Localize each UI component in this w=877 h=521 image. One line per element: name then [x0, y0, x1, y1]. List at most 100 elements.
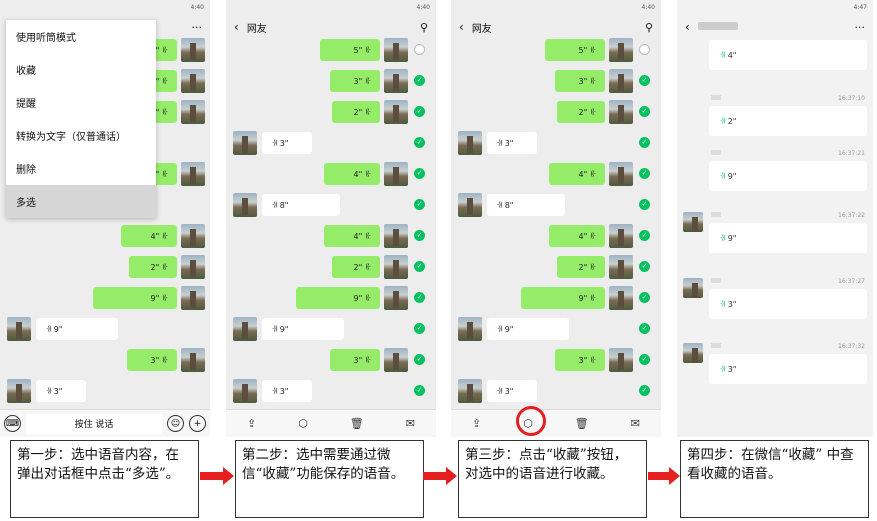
select-checkbox[interactable]: ✓ — [414, 106, 425, 117]
voice-duration: 5" — [578, 45, 588, 55]
mail-icon[interactable]: ✉ — [406, 417, 415, 430]
select-checkbox[interactable]: ✓ — [639, 354, 650, 365]
select-checkbox[interactable]: ✓ — [639, 292, 650, 303]
share-icon[interactable]: ⇪ — [472, 417, 481, 430]
select-checkbox[interactable]: ✓ — [414, 385, 425, 396]
voice-card[interactable]: ·)) 2" — [709, 106, 867, 136]
favorite-item[interactable]: 16:37:22 ·)) 9" — [683, 212, 867, 268]
select-checkbox[interactable] — [414, 44, 425, 55]
menu-item[interactable]: 多选 — [6, 185, 156, 218]
press-to-talk-button[interactable]: 按住 说话 — [26, 413, 162, 434]
back-icon[interactable]: ‹ — [234, 20, 239, 34]
voice-card[interactable]: ·)) 9" — [709, 161, 867, 191]
keyboard-icon[interactable]: ⌨ — [4, 415, 21, 432]
select-checkbox[interactable]: ✓ — [639, 137, 650, 148]
select-checkbox[interactable]: ✓ — [639, 168, 650, 179]
favorite-item[interactable]: ·)) 4" — [683, 40, 867, 96]
select-checkbox[interactable]: ✓ — [639, 106, 650, 117]
mail-icon[interactable]: ✉ — [631, 417, 640, 430]
select-checkbox[interactable]: ✓ — [414, 354, 425, 365]
delete-icon[interactable]: 🗑 — [350, 417, 364, 430]
message-row: 3" ((· ✓ — [226, 347, 436, 373]
voice-message-bubble[interactable]: 9" ((· — [93, 287, 177, 309]
favorite-item[interactable]: 16:37:10 ·)) 2" — [683, 95, 867, 151]
select-checkbox[interactable]: ✓ — [414, 199, 425, 210]
select-checkbox[interactable]: ✓ — [414, 168, 425, 179]
select-checkbox[interactable]: ✓ — [414, 137, 425, 148]
select-checkbox[interactable]: ✓ — [639, 75, 650, 86]
select-checkbox[interactable]: ✓ — [414, 261, 425, 272]
back-icon[interactable]: ‹ — [459, 20, 464, 34]
voice-message-bubble[interactable]: 9" ((· — [521, 287, 605, 309]
menu-item[interactable]: 使用听筒模式 — [6, 20, 156, 53]
voice-message-bubble[interactable]: 3"((· — [330, 70, 380, 92]
share-icon[interactable]: ⇪ — [247, 417, 256, 430]
voice-message-bubble[interactable]: 5"((· — [545, 39, 605, 61]
menu-item[interactable]: 收藏 — [6, 53, 156, 86]
voice-message-bubble[interactable]: ·))3" — [262, 132, 312, 154]
voice-card[interactable]: ·)) 4" — [709, 40, 867, 70]
voice-card[interactable]: ·)) 3" — [709, 289, 867, 319]
voice-message-bubble[interactable]: ·)) 9" — [262, 318, 344, 340]
voice-wave-icon: ((· — [590, 77, 596, 85]
voice-message-bubble[interactable]: ·)) 9" — [36, 318, 118, 340]
select-checkbox[interactable]: ✓ — [414, 230, 425, 241]
voice-message-bubble[interactable]: 4"((· — [549, 163, 605, 185]
voice-message-bubble[interactable]: 3"((· — [555, 349, 605, 371]
voice-message-bubble[interactable]: 2"((· — [557, 101, 605, 123]
voice-message-bubble[interactable]: ·))3" — [487, 380, 537, 402]
voice-message-bubble[interactable]: 4"((· — [324, 163, 380, 185]
more-icon[interactable]: ··· — [855, 21, 866, 34]
voice-card[interactable]: ·)) 3" — [709, 354, 867, 384]
menu-item[interactable]: 删除 — [6, 152, 156, 185]
avatar — [384, 286, 408, 310]
plus-icon[interactable]: + — [189, 415, 206, 432]
voice-message-bubble[interactable]: 3"((· — [127, 349, 177, 371]
voice-message-bubble[interactable]: ·)) 9" — [487, 318, 569, 340]
favorite-icon[interactable]: ⬡ — [298, 417, 308, 430]
message-row: 9" ((· — [0, 285, 210, 311]
select-checkbox[interactable]: ✓ — [639, 323, 650, 334]
search-icon[interactable]: ⚲ — [645, 21, 653, 34]
voice-duration: 9" — [504, 324, 514, 334]
select-checkbox[interactable]: ✓ — [639, 261, 650, 272]
select-checkbox[interactable]: ✓ — [414, 75, 425, 86]
voice-wave-icon: ((· — [590, 108, 596, 116]
voice-message-bubble[interactable]: ·))3" — [36, 380, 86, 402]
avatar — [233, 131, 257, 155]
select-checkbox[interactable] — [639, 44, 650, 55]
menu-item[interactable]: 转换为文字（仅普通话） — [6, 119, 156, 152]
search-icon[interactable]: ⚲ — [420, 21, 428, 34]
voice-message-bubble[interactable]: 4"((· — [549, 225, 605, 247]
select-checkbox[interactable]: ✓ — [414, 323, 425, 334]
select-checkbox[interactable]: ✓ — [639, 230, 650, 241]
voice-message-bubble[interactable]: 2"((· — [332, 101, 380, 123]
voice-message-bubble[interactable]: 4"((· — [324, 225, 380, 247]
delete-icon[interactable]: 🗑 — [575, 417, 589, 430]
voice-message-bubble[interactable]: 3"((· — [555, 70, 605, 92]
favorite-item[interactable]: 16:37:21 ·)) 9" — [683, 150, 867, 206]
voice-message-bubble[interactable]: ·))3" — [262, 380, 312, 402]
voice-card[interactable]: ·)) 9" — [709, 223, 867, 253]
voice-message-bubble[interactable]: 9" ((· — [296, 287, 380, 309]
back-icon[interactable]: ‹ — [685, 20, 690, 34]
voice-message-bubble[interactable]: ·))8" — [262, 194, 340, 216]
voice-message-bubble[interactable]: ·))8" — [487, 194, 565, 216]
select-checkbox[interactable]: ✓ — [639, 385, 650, 396]
favorite-item[interactable]: 16:37:32 ·)) 3" — [683, 343, 867, 399]
voice-message-bubble[interactable]: 5"((· — [320, 39, 380, 61]
menu-item[interactable]: 提醒 — [6, 86, 156, 119]
voice-message-bubble[interactable]: ·))3" — [487, 132, 537, 154]
voice-message-bubble[interactable]: 3"((· — [330, 349, 380, 371]
more-icon[interactable]: ··· — [192, 21, 203, 34]
select-checkbox[interactable]: ✓ — [414, 292, 425, 303]
message-row: ·)) 3" ✓ — [451, 378, 661, 404]
avatar — [384, 100, 408, 124]
voice-message-bubble[interactable]: 2"((· — [332, 256, 380, 278]
voice-message-bubble[interactable]: 2"((· — [129, 256, 177, 278]
voice-message-bubble[interactable]: 4"((· — [121, 225, 177, 247]
voice-message-bubble[interactable]: 2"((· — [557, 256, 605, 278]
select-checkbox[interactable]: ✓ — [639, 199, 650, 210]
favorite-item[interactable]: 16:37:27 ·)) 3" — [683, 278, 867, 334]
emoji-icon[interactable]: ☺ — [167, 415, 184, 432]
